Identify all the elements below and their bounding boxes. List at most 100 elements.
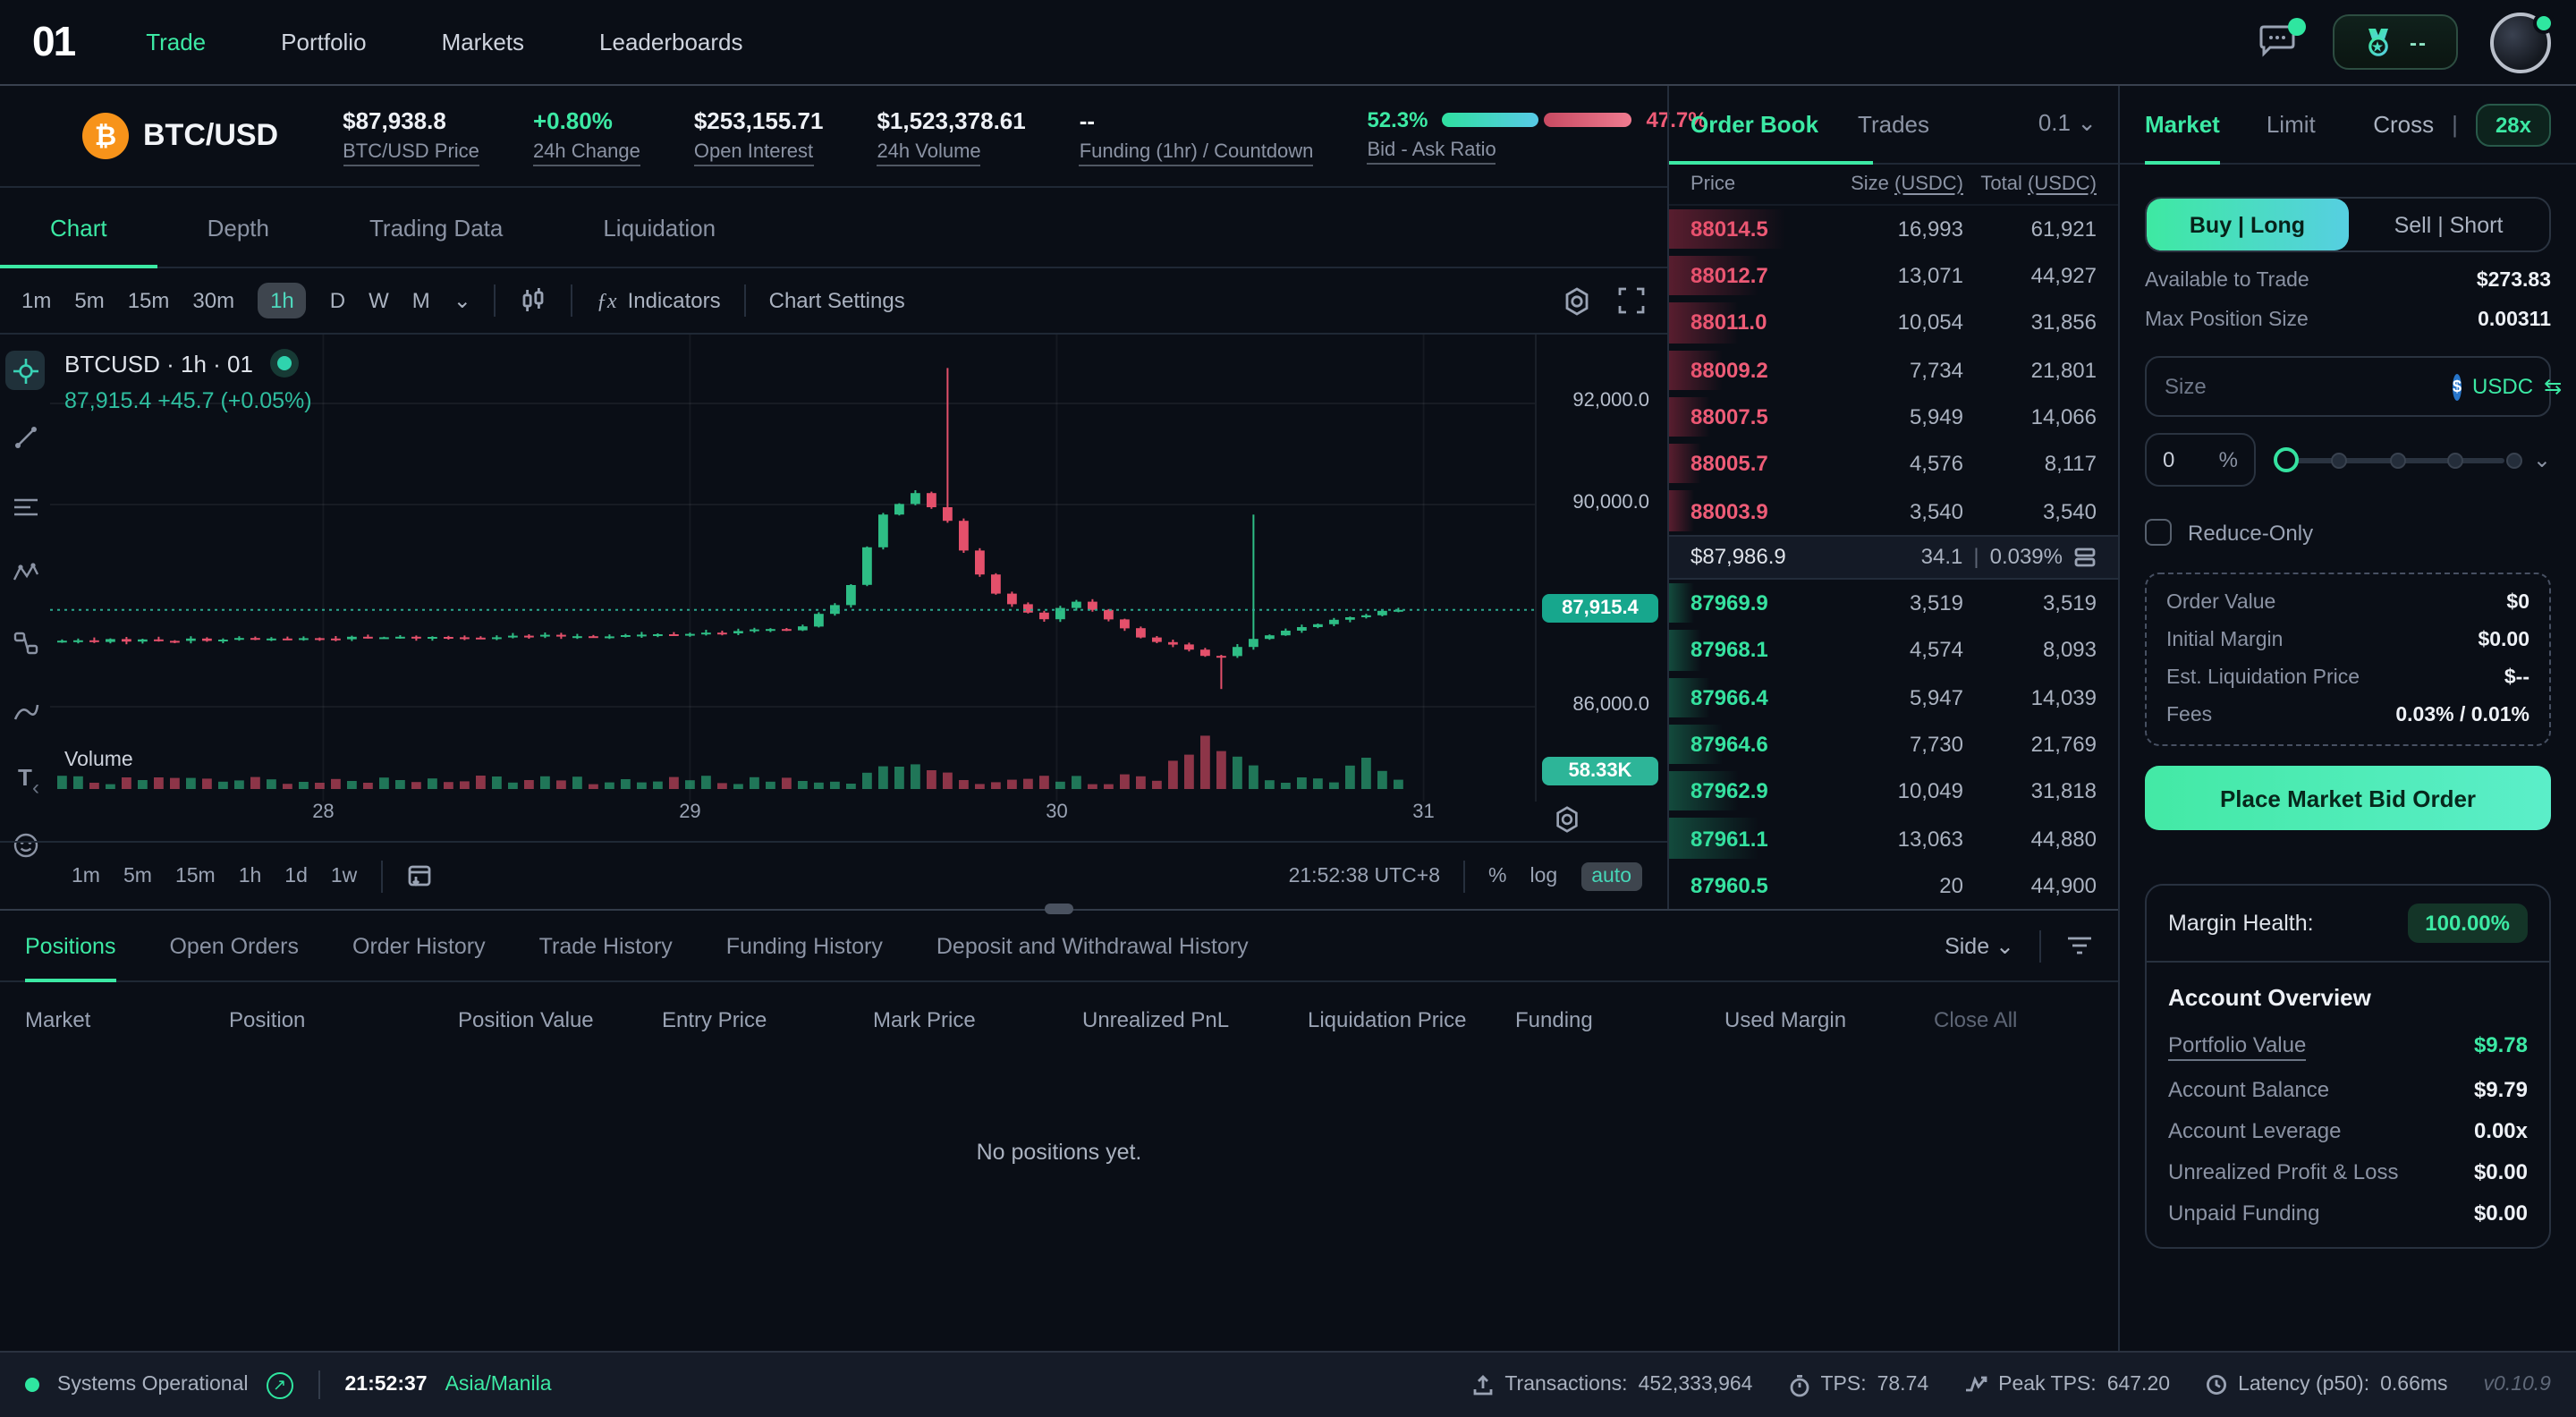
swap-asset-icon[interactable]: ⇆ (2544, 374, 2562, 399)
tab-funding-history[interactable]: Funding History (726, 911, 883, 980)
footer-timezone[interactable]: Asia/Manila (445, 1374, 552, 1396)
margin-mode-selector[interactable]: Cross (2373, 111, 2434, 138)
size-input[interactable] (2165, 374, 2442, 399)
tab-positions[interactable]: Positions (25, 911, 115, 980)
go-to-date-icon[interactable] (405, 862, 432, 889)
buy-long-button[interactable]: Buy | Long (2147, 199, 2348, 250)
indicators-button[interactable]: ƒx Indicators (597, 287, 721, 314)
btf-1m[interactable]: 1m (72, 865, 100, 887)
scale-percent-button[interactable]: % (1488, 865, 1506, 887)
tf-15m[interactable]: 15m (128, 288, 170, 313)
tf-1h[interactable]: 1h (258, 283, 307, 318)
btf-1d[interactable]: 1d (284, 865, 308, 887)
slider-handle[interactable] (2274, 447, 2299, 472)
ask-row[interactable]: 88014.516,99361,921 (1669, 206, 2118, 253)
percent-input[interactable] (2163, 447, 2209, 472)
chart-gear-icon[interactable] (1562, 285, 1592, 316)
tab-market[interactable]: Market (2145, 86, 2220, 163)
tf-5m[interactable]: 5m (74, 288, 104, 313)
timeframe-more-icon[interactable]: ⌄ (453, 288, 471, 313)
forecast-tool-icon[interactable] (5, 623, 45, 662)
candle-style-icon[interactable] (520, 286, 548, 315)
tab-open-orders[interactable]: Open Orders (169, 911, 299, 980)
side-filter-dropdown[interactable]: Side ⌄ (1945, 932, 2014, 959)
slider-step[interactable] (2505, 453, 2521, 469)
spread-row[interactable]: $87,986.9 34.1 | 0.039% (1669, 535, 2118, 580)
bid-row[interactable]: 87961.113,06344,880 (1669, 815, 2118, 862)
tab-trade-history[interactable]: Trade History (539, 911, 673, 980)
stopwatch-icon (1788, 1373, 1809, 1396)
place-order-button[interactable]: Place Market Bid Order (2145, 766, 2551, 830)
tab-trading-data[interactable]: Trading Data (319, 188, 553, 267)
wallet-button[interactable]: ★ -- (2333, 14, 2458, 70)
slider-step[interactable] (2332, 453, 2348, 469)
chart-settings-button[interactable]: Chart Settings (769, 288, 905, 313)
slider-step[interactable] (2390, 453, 2406, 469)
tab-order-history[interactable]: Order History (352, 911, 486, 980)
volume-settings-icon[interactable] (1553, 805, 1581, 834)
brush-tool-icon[interactable] (5, 691, 45, 730)
bid-row[interactable]: 87966.45,94714,039 (1669, 674, 2118, 721)
chart-clock[interactable]: 21:52:38 UTC+8 (1289, 865, 1440, 887)
bid-row[interactable]: 87960.52044,900 (1669, 861, 2118, 909)
reduce-only-checkbox[interactable] (2145, 519, 2172, 546)
pattern-tool-icon[interactable] (5, 553, 45, 592)
tf-30m[interactable]: 30m (192, 288, 234, 313)
nav-item-trade[interactable]: Trade (146, 29, 206, 55)
scale-log-button[interactable]: log (1530, 865, 1558, 887)
tf-1m[interactable]: 1m (21, 288, 51, 313)
nav-item-markets[interactable]: Markets (442, 29, 524, 55)
status-dot-icon[interactable] (271, 349, 300, 378)
scale-auto-button[interactable]: auto (1580, 861, 1642, 890)
tf-w[interactable]: W (369, 288, 389, 313)
collapse-rail-icon[interactable]: ‹ (32, 775, 39, 800)
portfolio-value-label[interactable]: Portfolio Value (2168, 1032, 2306, 1061)
pair-selector[interactable]: ₿ BTC/USD (82, 113, 278, 159)
btf-5m[interactable]: 5m (123, 865, 152, 887)
tf-d[interactable]: D (330, 288, 345, 313)
ask-row[interactable]: 88005.74,5768,117 (1669, 440, 2118, 488)
system-status[interactable]: Systems Operational (57, 1374, 249, 1396)
tab-deposit-withdrawal-history[interactable]: Deposit and Withdrawal History (936, 911, 1249, 980)
crosshair-tool-icon[interactable] (5, 351, 45, 390)
tab-trades[interactable]: Trades (1858, 86, 1929, 162)
slider-expand-icon[interactable]: ⌄ (2533, 447, 2551, 472)
tab-chart[interactable]: Chart (0, 188, 157, 267)
col-close-all[interactable]: Close All (1934, 1007, 2118, 1032)
size-slider[interactable] (2274, 440, 2515, 479)
nav-item-leaderboards[interactable]: Leaderboards (599, 29, 742, 55)
filter-icon[interactable] (2066, 934, 2093, 957)
nav-item-portfolio[interactable]: Portfolio (281, 29, 366, 55)
price-axis[interactable]: 92,000.0 90,000.0 86,000.0 87,915.4 58.3… (1535, 335, 1667, 802)
sell-short-button[interactable]: Sell | Short (2348, 199, 2549, 250)
tab-depth[interactable]: Depth (157, 188, 319, 267)
book-layout-icon[interactable] (2073, 546, 2097, 569)
trendline-tool-icon[interactable] (5, 417, 45, 456)
ask-row[interactable]: 88007.55,94914,066 (1669, 394, 2118, 441)
bid-row[interactable]: 87962.910,04931,818 (1669, 768, 2118, 815)
fullscreen-icon[interactable] (1617, 286, 1646, 315)
bid-row[interactable]: 87968.14,5748,093 (1669, 626, 2118, 674)
bid-row[interactable]: 87964.67,73021,769 (1669, 721, 2118, 768)
bid-row[interactable]: 87969.93,5193,519 (1669, 580, 2118, 627)
btf-1w[interactable]: 1w (331, 865, 357, 887)
ask-row[interactable]: 88011.010,05431,856 (1669, 300, 2118, 347)
status-link-icon[interactable]: ↗ (267, 1371, 293, 1398)
tab-order-book[interactable]: Order Book (1690, 86, 1818, 162)
btf-15m[interactable]: 15m (175, 865, 216, 887)
tf-m[interactable]: M (412, 288, 430, 313)
chat-button[interactable] (2258, 22, 2301, 62)
logo[interactable]: 01 (32, 18, 74, 66)
tab-limit[interactable]: Limit (2267, 86, 2316, 163)
slider-step[interactable] (2447, 453, 2463, 469)
btf-1h[interactable]: 1h (239, 865, 262, 887)
ask-row[interactable]: 88009.27,73421,801 (1669, 346, 2118, 394)
time-axis[interactable]: 28293031 (50, 802, 1535, 837)
precision-dropdown[interactable]: 0.1 ⌄ (2038, 110, 2097, 139)
ask-row[interactable]: 88012.713,07144,927 (1669, 252, 2118, 300)
tab-liquidation[interactable]: Liquidation (553, 188, 766, 267)
horizontal-lines-tool-icon[interactable] (5, 487, 45, 526)
leverage-button[interactable]: 28x (2476, 103, 2551, 146)
ask-row[interactable]: 88003.93,5403,540 (1669, 488, 2118, 535)
avatar[interactable] (2490, 12, 2551, 72)
